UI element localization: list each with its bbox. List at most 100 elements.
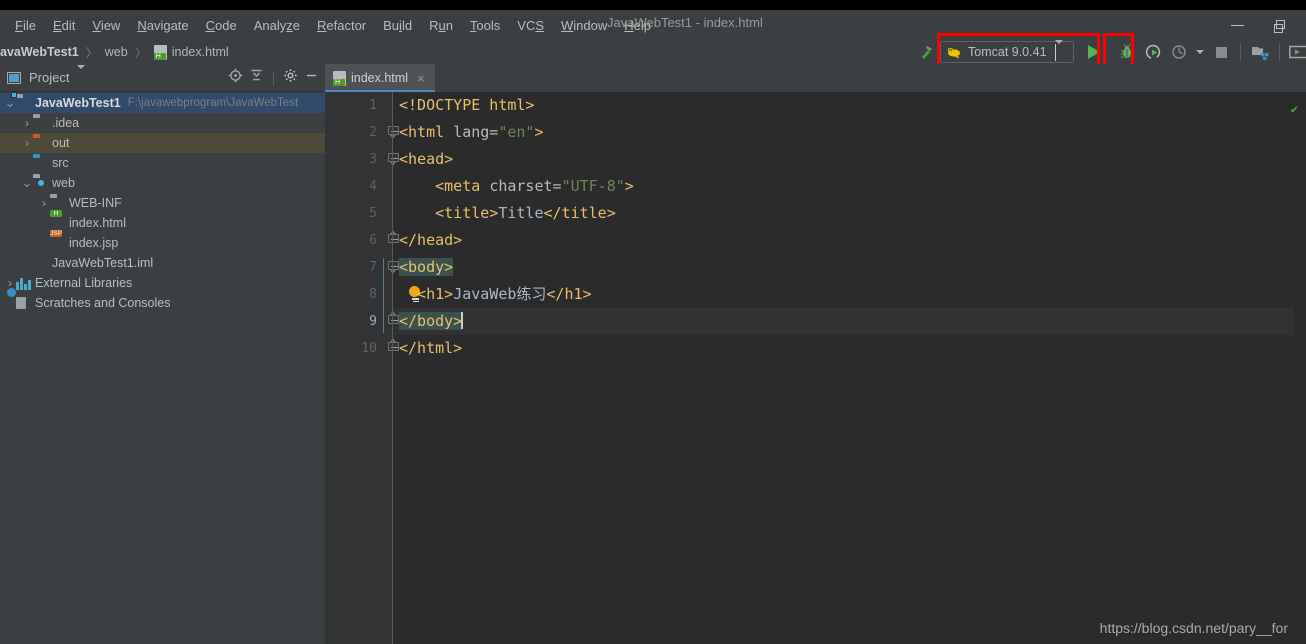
code-line-8[interactable]: 8 <h1>JavaWeb练习</h1> [325, 281, 1306, 308]
code-token: <title> [399, 204, 499, 222]
code-line-6[interactable]: 6 </head> [325, 227, 1306, 254]
chevron-down-icon[interactable] [1054, 39, 1063, 61]
restore-icon[interactable] [1272, 14, 1298, 36]
iml-file-icon [33, 257, 48, 270]
fold-end-icon[interactable] [387, 335, 399, 362]
settings-gear-icon[interactable] [283, 68, 298, 88]
debug-button[interactable] [1116, 41, 1138, 63]
coverage-icon [1145, 44, 1161, 60]
chevron-right-icon[interactable]: › [38, 196, 50, 210]
menu-item-window[interactable]: Window [553, 15, 615, 36]
html-file-icon-letter: H [155, 52, 161, 60]
folder-blue-icon [33, 157, 48, 170]
extra-button[interactable] [1288, 41, 1306, 63]
breadcrumb-item-file[interactable]: index.html [172, 45, 229, 59]
editor-scrollbar[interactable] [1294, 120, 1306, 644]
window-controls [1224, 10, 1298, 40]
code-token: <h1> [399, 285, 454, 303]
close-icon[interactable]: × [417, 71, 425, 86]
menu-item-vcs[interactable]: VCS [509, 15, 552, 36]
html-file-icon: H [153, 44, 167, 60]
fold-expanded-icon[interactable] [387, 254, 399, 281]
menu-item-refactor[interactable]: Refactor [309, 15, 374, 36]
project-structure-icon [1252, 47, 1269, 60]
code-text: <title>Title</title> [399, 200, 616, 227]
chevron-down-icon[interactable]: ⌄ [21, 176, 33, 189]
tree-node--idea[interactable]: › .idea [0, 113, 325, 133]
locate-icon[interactable] [228, 68, 243, 88]
menu-item-edit[interactable]: Edit [45, 15, 83, 36]
tree-node-scratches-and-consoles[interactable]: Scratches and Consoles [0, 287, 325, 313]
code-line-1[interactable]: 1 <!DOCTYPE html> [325, 92, 1306, 119]
tree-node-javawebtest1-iml[interactable]: JavaWebTest1.iml [0, 253, 325, 273]
code-text: <meta charset="UTF-8"> [399, 173, 634, 200]
tree-node-label: .idea [52, 116, 80, 130]
menu-item-run[interactable]: Run [421, 15, 461, 36]
menu-item-build[interactable]: Build [375, 15, 420, 36]
tree-node-javawebtest1[interactable]: ⌄ JavaWebTest1 F:\javawebprogram\JavaWebTe… [0, 91, 325, 113]
breadcrumb-root[interactable]: avaWebTest1 [0, 45, 79, 59]
breadcrumb-item-web[interactable]: web [105, 45, 128, 59]
project-panel-title[interactable]: Project [29, 70, 69, 85]
menu-item-code[interactable]: Code [198, 15, 245, 36]
code-line-5[interactable]: 5 <title>Title</title> [325, 200, 1306, 227]
run-configuration-selector[interactable]: Tomcat 9.0.41 [940, 39, 1074, 63]
build-hammer-icon[interactable] [916, 41, 938, 63]
code-content[interactable]: 1 <!DOCTYPE html> 2 <html lang="en"> 3 <head>… [325, 92, 1306, 644]
hide-panel-icon[interactable] [304, 68, 319, 88]
line-number: 1 [369, 98, 377, 113]
tomcat-icon [947, 45, 962, 59]
code-line-9[interactable]: 9 </body> [325, 308, 1306, 335]
line-number: 8 [369, 287, 377, 302]
html-file-icon: H [333, 70, 346, 86]
profile-button[interactable] [1168, 41, 1190, 63]
tree-node-index-html[interactable]: Hindex.html [0, 209, 325, 233]
run-with-coverage-button[interactable] [1142, 41, 1164, 63]
stop-icon [1215, 46, 1227, 58]
code-text: <!DOCTYPE html> [399, 92, 534, 119]
tree-node-web[interactable]: ⌄ web [0, 173, 325, 193]
menu-item-analyze[interactable]: Analyze [246, 15, 308, 36]
menu-item-tools[interactable]: Tools [462, 15, 508, 36]
code-editor[interactable]: 1 <!DOCTYPE html> 2 <html lang="en"> 3 <head>… [325, 92, 1306, 644]
tree-node-web-inf[interactable]: › WEB-INF [0, 193, 325, 213]
tree-node-src[interactable]: src [0, 153, 325, 173]
menu-item-file[interactable]: File [7, 15, 44, 36]
editor-area: H index.html × 1 <!DOCTYPE html> 2 <html la… [325, 64, 1306, 644]
inspection-status-icon[interactable]: ✔ [1291, 102, 1298, 116]
project-structure-button[interactable] [1249, 41, 1271, 63]
window-title: JavaWebTest1 - index.html [607, 15, 763, 30]
chevron-down-icon[interactable]: ⌄ [4, 96, 16, 109]
code-token: </title> [543, 204, 616, 222]
collapse-all-icon[interactable] [249, 68, 264, 88]
profile-dropdown[interactable] [1194, 41, 1206, 63]
code-text: </body> [399, 308, 463, 335]
run-button[interactable] [1083, 41, 1105, 63]
tree-node-index-jsp[interactable]: JSP index.jsp [0, 229, 325, 253]
chevron-down-icon[interactable] [77, 64, 86, 87]
tree-node-label: index.jsp [69, 236, 119, 250]
fold-end-icon[interactable] [387, 308, 399, 335]
fold-expanded-icon[interactable] [387, 146, 399, 173]
code-token: > [624, 177, 634, 195]
module-icon [11, 91, 31, 110]
tab-index-html[interactable]: H index.html × [325, 64, 435, 92]
code-line-7[interactable]: 7 <body> [325, 254, 1306, 281]
stop-button[interactable] [1210, 41, 1232, 63]
fold-end-icon[interactable] [387, 227, 399, 254]
menu-item-navigate[interactable]: Navigate [129, 15, 196, 36]
code-line-10[interactable]: 10 </html> [325, 335, 1306, 362]
fold-expanded-icon[interactable] [387, 119, 399, 146]
code-line-3[interactable]: 3 <head> [325, 146, 1306, 173]
chevron-right-icon[interactable]: › [21, 136, 33, 150]
panel-separator [273, 70, 274, 86]
code-line-4[interactable]: 4 <meta charset="UTF-8"> [325, 173, 1306, 200]
code-line-2[interactable]: 2 <html lang="en"> [325, 119, 1306, 146]
menu-item-view[interactable]: View [84, 15, 128, 36]
minimize-icon[interactable] [1224, 14, 1250, 36]
tree-node-external-libraries[interactable]: › External Libraries [0, 273, 325, 293]
tree-node-label: out [52, 136, 70, 150]
chevron-right-icon[interactable]: › [21, 116, 33, 130]
tree-node-label: index.html [69, 216, 126, 230]
tree-node-out[interactable]: › out [0, 133, 325, 153]
